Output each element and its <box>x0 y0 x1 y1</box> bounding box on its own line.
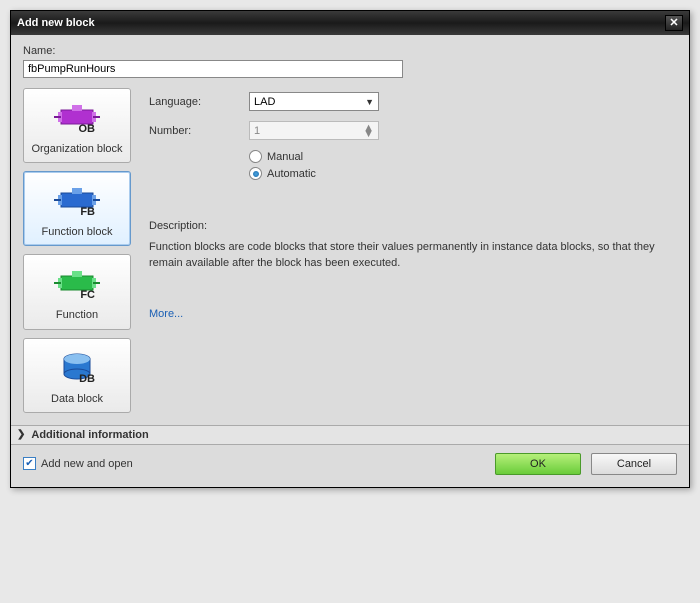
svg-text:FC: FC <box>80 289 95 301</box>
name-input[interactable] <box>23 60 403 78</box>
block-type-fb[interactable]: FB Function block <box>23 171 131 246</box>
svg-text:DB: DB <box>79 373 95 385</box>
block-type-db[interactable]: DB Data block <box>23 338 131 413</box>
close-button[interactable]: ✕ <box>665 15 683 31</box>
name-label: Name: <box>23 45 677 57</box>
settings-pane: Language: LAD ▼ Number: 1 ▲▼ <box>145 88 677 413</box>
ok-button[interactable]: OK <box>495 453 581 475</box>
description-text: Function blocks are code blocks that sto… <box>149 240 667 272</box>
number-spinner: 1 ▲▼ <box>249 121 379 140</box>
chevron-right-icon: ❯ <box>17 429 25 440</box>
additional-information-label: Additional information <box>31 429 148 441</box>
ob-icon: OB <box>26 97 128 139</box>
fc-icon: FC <box>26 263 128 305</box>
svg-text:FB: FB <box>80 206 95 218</box>
db-icon: DB <box>26 347 128 389</box>
description-title: Description: <box>149 220 667 232</box>
dialog-title: Add new block <box>17 17 95 29</box>
more-link[interactable]: More... <box>149 308 183 320</box>
block-type-fc[interactable]: FC Function <box>23 254 131 329</box>
block-type-ob[interactable]: OB Organization block <box>23 88 131 163</box>
language-label: Language: <box>149 96 249 108</box>
chevron-down-icon: ▼ <box>365 97 374 107</box>
language-select[interactable]: LAD ▼ <box>249 92 379 111</box>
block-type-label: Data block <box>26 393 128 406</box>
add-new-and-open-label: Add new and open <box>41 458 133 470</box>
titlebar: Add new block ✕ <box>11 11 689 35</box>
automatic-radio-row[interactable]: Automatic <box>249 167 667 180</box>
fb-icon: FB <box>26 180 128 222</box>
cancel-button[interactable]: Cancel <box>591 453 677 475</box>
block-type-label: Organization block <box>26 143 128 156</box>
block-type-label: Function block <box>26 226 128 239</box>
add-new-block-dialog: Add new block ✕ Name: <box>10 10 690 488</box>
automatic-radio[interactable] <box>249 167 262 180</box>
number-value: 1 <box>254 125 260 137</box>
manual-radio-row[interactable]: Manual <box>249 150 667 163</box>
spinner-buttons: ▲▼ <box>363 125 374 137</box>
block-type-list: OB Organization block <box>23 88 131 413</box>
manual-radio[interactable] <box>249 150 262 163</box>
add-new-and-open-checkbox[interactable]: ✔ <box>23 457 36 470</box>
language-value: LAD <box>254 96 275 108</box>
additional-information-header[interactable]: ❯ Additional information <box>11 425 689 445</box>
manual-radio-label: Manual <box>267 151 303 163</box>
number-label: Number: <box>149 125 249 137</box>
automatic-radio-label: Automatic <box>267 168 316 180</box>
block-type-label: Function <box>26 309 128 322</box>
svg-text:OB: OB <box>79 123 96 135</box>
